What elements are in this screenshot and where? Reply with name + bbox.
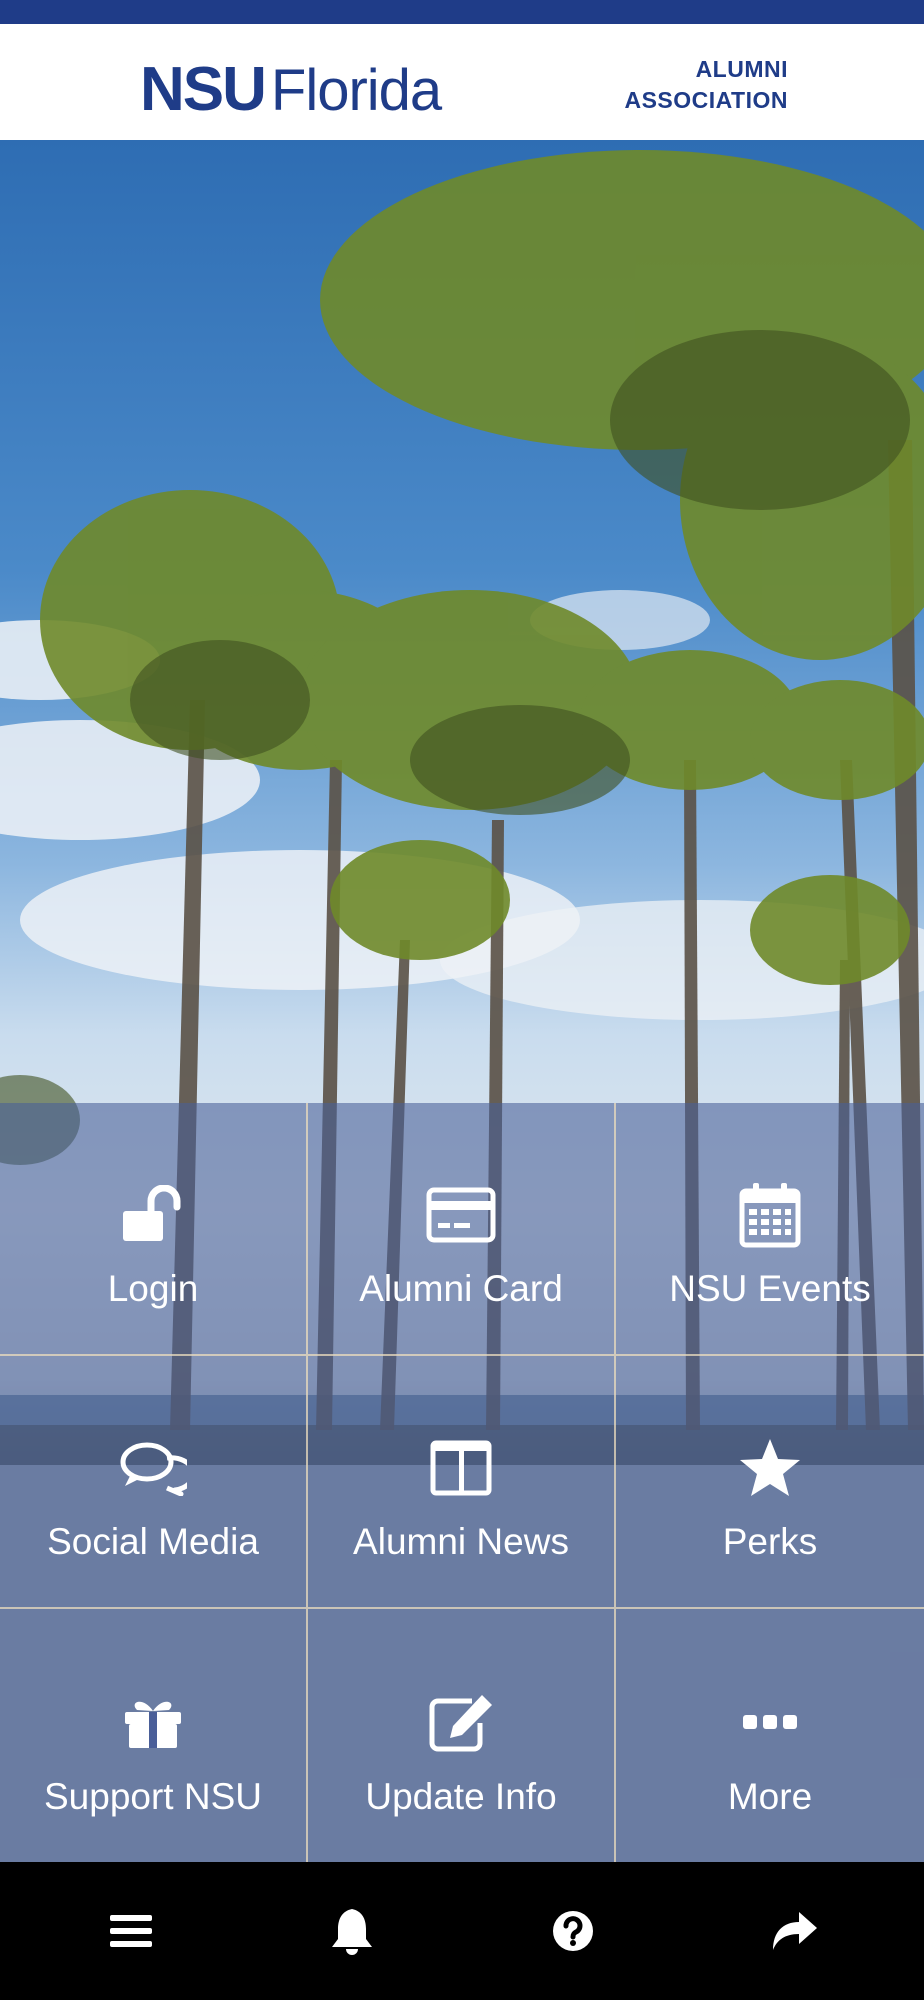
menu-button[interactable]	[86, 1886, 176, 1976]
app-header: NSU Florida ALUMNI ASSOCIATION	[0, 24, 924, 140]
tile-label: Login	[107, 1268, 199, 1309]
card-icon	[426, 1180, 496, 1250]
tile-social-media[interactable]: Social Media	[0, 1356, 308, 1609]
share-icon	[772, 1912, 817, 1950]
tile-more[interactable]: More	[616, 1609, 924, 1862]
help-icon	[552, 1911, 593, 1951]
tile-label: Social Media	[47, 1521, 259, 1562]
tile-perks[interactable]: Perks	[616, 1356, 924, 1609]
alumni-association-label: ALUMNI ASSOCIATION	[624, 54, 788, 116]
nsu-florida-logo: NSU Florida	[140, 54, 442, 124]
status-bar	[0, 0, 924, 24]
tile-login[interactable]: Login	[0, 1103, 308, 1356]
help-button[interactable]	[528, 1886, 618, 1976]
share-button[interactable]	[749, 1886, 839, 1976]
columns-icon	[426, 1433, 496, 1503]
menu-icon	[109, 1915, 152, 1947]
assoc-line-2: ASSOCIATION	[624, 87, 788, 113]
star-icon	[735, 1433, 805, 1503]
tile-label: Update Info	[365, 1776, 557, 1817]
tile-label: Alumni Card	[359, 1268, 563, 1309]
chat-bubbles-icon	[118, 1433, 188, 1503]
ellipsis-icon	[735, 1688, 805, 1758]
tile-alumni-news[interactable]: Alumni News	[308, 1356, 616, 1609]
tile-alumni-card[interactable]: Alumni Card	[308, 1103, 616, 1356]
tile-label: Alumni News	[353, 1521, 569, 1562]
gift-icon	[118, 1688, 188, 1758]
bottom-toolbar	[0, 1862, 924, 2000]
logo-florida-text: Florida	[270, 58, 442, 123]
tile-nsu-events[interactable]: NSU Events	[616, 1103, 924, 1356]
menu-grid: Login Alumni Card NSU Events Social Medi…	[0, 1103, 924, 1862]
tile-label: More	[727, 1776, 813, 1817]
tile-label: Perks	[722, 1521, 818, 1562]
tile-support-nsu[interactable]: Support NSU	[0, 1609, 308, 1862]
tile-update-info[interactable]: Update Info	[308, 1609, 616, 1862]
logo-nsu-text: NSU	[140, 55, 267, 124]
edit-icon	[426, 1688, 496, 1758]
tile-label: Support NSU	[44, 1776, 262, 1817]
unlock-icon	[118, 1180, 188, 1250]
calendar-icon	[735, 1180, 805, 1250]
assoc-line-1: ALUMNI	[695, 56, 788, 82]
notifications-button[interactable]	[307, 1886, 397, 1976]
bell-icon	[331, 1909, 372, 1955]
tile-label: NSU Events	[669, 1268, 871, 1309]
